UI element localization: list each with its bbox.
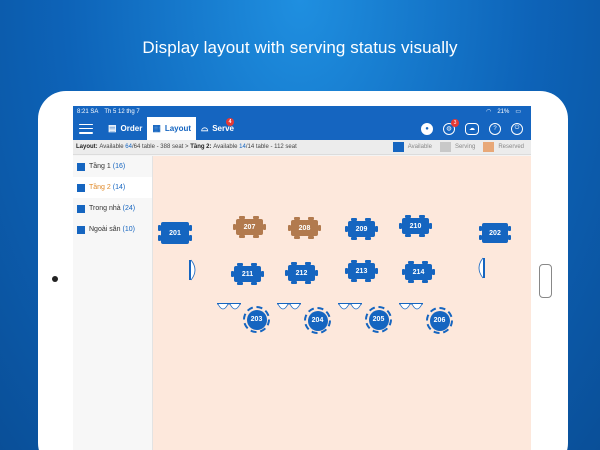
floor-sidebar: Tầng 1 (16) Tầng 2 (14) Trong nhà (24) N… (73, 156, 153, 450)
power-icon[interactable]: ⏻ (511, 122, 523, 135)
legend-label-serving: Serving (454, 144, 476, 150)
location-pin-icon[interactable]: ● (421, 122, 433, 135)
serve-button[interactable]: ⌓ Serve 4 (196, 117, 239, 140)
table-207[interactable]: 207 (233, 216, 266, 238)
battery-icon: ▭ (515, 109, 521, 115)
status-bar: 8:21 SA Th 5 12 thg 7 ◠ 21% ▭ (73, 106, 531, 117)
table-211[interactable]: 211 (231, 263, 264, 285)
layout-button[interactable]: ▦ Layout (147, 117, 197, 140)
table-label: 204 (307, 310, 328, 331)
floor-label: Ngoài sân (89, 226, 121, 233)
door-pair-4-icon (399, 303, 423, 310)
floor-item-tang-2[interactable]: Tầng 2 (14) (73, 177, 152, 198)
layout-label: Layout (164, 124, 192, 133)
order-label: Order (120, 124, 143, 133)
floor-available-count: 14 (239, 144, 246, 150)
table-label: 207 (236, 219, 263, 235)
floor-count: (10) (122, 226, 135, 233)
globe-badge: 3 (451, 118, 459, 127)
legend-label-available: Available (407, 144, 432, 150)
table-label: 202 (482, 223, 508, 243)
door-pair-3-icon (338, 303, 362, 310)
floor-label: Tầng 1 (89, 163, 111, 170)
tablet-home-button (539, 264, 552, 298)
layout-available-word: Available (99, 144, 124, 150)
table-205[interactable]: 205 (365, 306, 392, 333)
floor-item-trong-nha[interactable]: Trong nhà (24) (73, 198, 152, 219)
table-203[interactable]: 203 (243, 306, 270, 333)
table-label: 214 (405, 264, 432, 280)
help-icon[interactable]: ? (489, 122, 501, 135)
table-label: 208 (291, 220, 318, 236)
status-legend: Available Serving Reserved (392, 142, 528, 152)
battery-level: 21% (497, 108, 510, 115)
table-label: 206 (429, 310, 450, 331)
table-212[interactable]: 212 (285, 262, 318, 284)
table-214[interactable]: 214 (402, 261, 435, 283)
table-206[interactable]: 206 (426, 307, 453, 334)
table-208[interactable]: 208 (288, 217, 321, 239)
floor-prefix: Tầng 2: (190, 144, 212, 150)
serve-badge: 4 (226, 118, 235, 126)
floor-item-tang-1[interactable]: Tầng 1 (16) (73, 156, 152, 177)
order-icon: ▤ (108, 123, 117, 133)
tablet-camera (52, 276, 58, 282)
floor-square-icon (77, 225, 85, 234)
table-label: 211 (234, 266, 261, 282)
legend-swatch-serving (439, 142, 451, 152)
table-201[interactable]: 201 (158, 222, 192, 244)
floor-square-icon (77, 183, 85, 192)
app-bar: ▤ Order ▦ Layout ⌓ Serve 4 ● ◍ 3 ☁ ? ⏻ (73, 117, 531, 140)
floor-count: (16) (112, 163, 126, 170)
layout-summary-bar: Layout: Available 64/64 table - 388 seat… (73, 140, 531, 155)
table-204[interactable]: 204 (304, 307, 331, 334)
table-213[interactable]: 213 (345, 260, 378, 282)
floor-item-ngoai-san[interactable]: Ngoài sân (10) (73, 219, 152, 240)
table-label: 213 (348, 263, 375, 279)
door-pair-1-icon (217, 303, 241, 310)
wifi-icon: ◠ (486, 109, 492, 115)
floor-seat-summary: table - 112 seat (255, 144, 297, 150)
cloud-sync-icon[interactable]: ☁ (465, 122, 479, 135)
table-label: 205 (368, 309, 389, 330)
globe-icon[interactable]: ◍ 3 (443, 118, 459, 135)
layout-prefix: Layout: (76, 144, 98, 150)
legend-label-reserved: Reserved (498, 144, 524, 150)
table-label: 210 (402, 218, 429, 234)
floor-count: (14) (112, 184, 126, 191)
status-time: 8:21 SA (77, 108, 99, 115)
table-label: 201 (161, 222, 189, 244)
table-label: 203 (246, 309, 267, 330)
table-209[interactable]: 209 (345, 218, 378, 240)
order-button[interactable]: ▤ Order (103, 117, 147, 140)
floor-square-icon (77, 162, 85, 171)
layout-available-count: 64 (125, 144, 132, 150)
table-210[interactable]: 210 (399, 215, 432, 237)
floor-label: Trong nhà (89, 205, 121, 212)
menu-icon[interactable] (79, 123, 93, 134)
table-label: 212 (288, 265, 315, 281)
legend-swatch-available (392, 142, 404, 152)
headline: Display layout with serving status visua… (142, 38, 458, 57)
door-left-icon (189, 259, 196, 281)
serving-dish-icon: ⌓ (201, 123, 209, 133)
layout-icon: ▦ (152, 123, 161, 133)
layout-total-count: /64 (131, 144, 141, 150)
table-202[interactable]: 202 (479, 223, 511, 243)
floor-count: (24) (122, 205, 136, 212)
app-screen: 8:21 SA Th 5 12 thg 7 ◠ 21% ▭ ▤ Order ▦ … (73, 106, 531, 450)
floor-square-icon (77, 204, 85, 213)
layout-seat-summary: table - 388 seat > (141, 144, 189, 150)
floor-total-count: /14 (245, 144, 255, 150)
floor-available-word: Available (213, 144, 238, 150)
legend-swatch-reserved (483, 142, 495, 152)
status-date: Th 5 12 thg 7 (104, 108, 140, 115)
door-pair-2-icon (277, 303, 301, 310)
door-right-icon (478, 257, 485, 279)
table-label: 209 (348, 221, 375, 237)
floor-label: Tầng 2 (89, 184, 111, 191)
floor-plan-canvas: 201 202 207 208 209 210 211 212 213 214 … (153, 156, 531, 450)
